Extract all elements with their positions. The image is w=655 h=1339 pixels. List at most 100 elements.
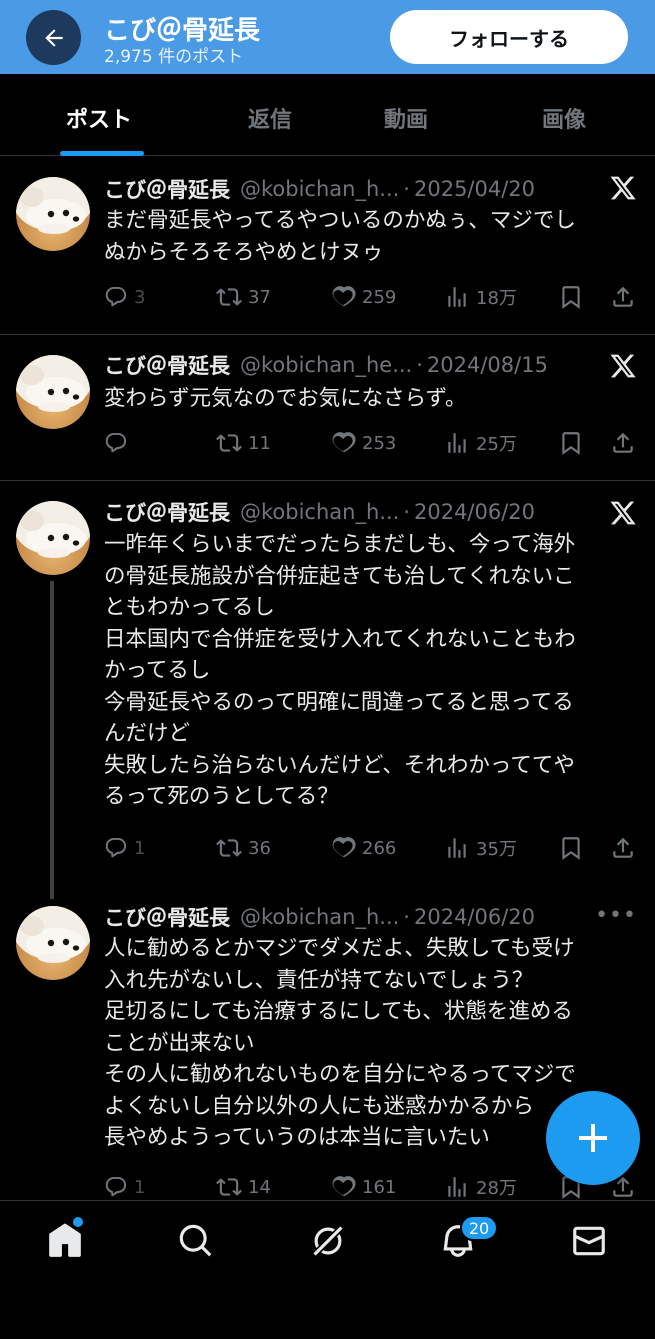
tab-posts[interactable]: ポスト bbox=[66, 102, 132, 134]
post-item[interactable]: こび＠骨延長 @kobichan_h... · 2024/06/20 一昨年くら… bbox=[0, 481, 655, 899]
views-button[interactable]: 35万 bbox=[444, 831, 517, 865]
post-date[interactable]: 2024/08/15 bbox=[427, 353, 548, 377]
repost-button[interactable]: 14 bbox=[216, 1170, 271, 1200]
views-button[interactable]: 25万 bbox=[444, 426, 517, 460]
thread-connector bbox=[50, 581, 54, 899]
heart-icon bbox=[330, 1174, 356, 1200]
share-button[interactable] bbox=[610, 831, 642, 865]
post-actions: 3 37 259 18万 bbox=[104, 280, 644, 314]
reply-count: 1 bbox=[134, 1176, 146, 1198]
post-date[interactable]: 2025/04/20 bbox=[414, 177, 535, 201]
plus-icon bbox=[579, 1124, 607, 1152]
bookmark-button[interactable] bbox=[558, 831, 590, 865]
reply-button[interactable] bbox=[104, 426, 134, 460]
author-name[interactable]: こび＠骨延長 bbox=[104, 902, 230, 932]
share-button[interactable] bbox=[610, 280, 642, 314]
bottom-navigation: 20 bbox=[0, 1200, 655, 1339]
avatar[interactable] bbox=[16, 177, 90, 251]
author-name[interactable]: こび＠骨延長 bbox=[104, 174, 230, 204]
share-icon bbox=[610, 284, 636, 310]
post-header: こび＠骨延長 @kobichan_h... · 2024/06/20 bbox=[104, 496, 584, 528]
like-count: 259 bbox=[362, 286, 397, 308]
author-name[interactable]: こび＠骨延長 bbox=[104, 497, 230, 527]
mail-icon bbox=[573, 1226, 605, 1256]
avatar[interactable] bbox=[16, 355, 90, 429]
view-count: 28万 bbox=[476, 1178, 517, 1199]
avatar[interactable] bbox=[16, 501, 90, 575]
like-count: 253 bbox=[362, 432, 397, 454]
like-button[interactable]: 161 bbox=[330, 1170, 396, 1200]
post-header: こび＠骨延長 @kobichan_h... · 2025/04/20 bbox=[104, 173, 584, 205]
follow-button[interactable]: フォローする bbox=[390, 10, 628, 64]
home-icon bbox=[49, 1223, 81, 1257]
post-item[interactable]: こび＠骨延長 @kobichan_he... · 2024/08/15 変わらず… bbox=[0, 335, 655, 481]
x-logo-icon bbox=[609, 499, 637, 527]
reply-icon bbox=[104, 836, 128, 860]
post-text: まだ骨延長やってるやついるのかぬぅ、マジでし ぬからそろそろやめとけヌゥ bbox=[104, 208, 576, 265]
author-handle[interactable]: @kobichan_h... bbox=[240, 905, 399, 929]
compose-post-button[interactable] bbox=[546, 1091, 640, 1185]
post-header: こび＠骨延長 @kobichan_h... · 2024/06/20 bbox=[104, 901, 584, 933]
more-options-icon[interactable]: ••• bbox=[595, 903, 637, 928]
repost-icon bbox=[216, 284, 242, 310]
post-text: 一昨年くらいまでだったらまだしも、今って海外 の骨延長施設が合併症起きても治して… bbox=[104, 532, 576, 809]
post-count: 2,975 件のポスト bbox=[104, 47, 244, 67]
reply-button[interactable]: 1 bbox=[104, 1170, 145, 1200]
author-name[interactable]: こび＠骨延長 bbox=[104, 350, 230, 380]
grok-icon bbox=[311, 1224, 345, 1258]
repost-count: 36 bbox=[248, 837, 271, 859]
post-text: 変わらず元気なのでお気になさらず。 bbox=[104, 386, 467, 411]
views-button[interactable]: 18万 bbox=[444, 280, 517, 314]
author-handle[interactable]: @kobichan_he... bbox=[240, 353, 412, 377]
like-button[interactable]: 266 bbox=[330, 831, 396, 865]
nav-home[interactable] bbox=[45, 1221, 85, 1261]
author-handle[interactable]: @kobichan_h... bbox=[240, 177, 399, 201]
bookmark-button[interactable] bbox=[558, 280, 590, 314]
reply-icon bbox=[104, 1175, 128, 1199]
repost-button[interactable]: 37 bbox=[216, 280, 271, 314]
reply-button[interactable]: 1 bbox=[104, 831, 145, 865]
post-date[interactable]: 2024/06/20 bbox=[414, 905, 535, 929]
separator-dot: · bbox=[403, 905, 410, 929]
like-button[interactable]: 253 bbox=[330, 426, 396, 460]
repost-icon bbox=[216, 835, 242, 861]
share-button[interactable] bbox=[610, 426, 642, 460]
post-date[interactable]: 2024/06/20 bbox=[414, 500, 535, 524]
reply-count: 1 bbox=[134, 837, 146, 859]
tab-videos[interactable]: 動画 bbox=[384, 102, 428, 134]
reply-button[interactable]: 3 bbox=[104, 280, 145, 314]
views-button[interactable]: 28万 bbox=[444, 1170, 517, 1200]
repost-button[interactable]: 36 bbox=[216, 831, 271, 865]
separator-dot: · bbox=[416, 353, 423, 377]
views-icon bbox=[444, 1174, 470, 1200]
heart-icon bbox=[330, 284, 356, 310]
post-item[interactable]: こび＠骨延長 @kobichan_h... · 2025/04/20 まだ骨延長… bbox=[0, 157, 655, 335]
nav-messages[interactable] bbox=[569, 1221, 609, 1261]
nav-grok[interactable] bbox=[308, 1221, 348, 1261]
author-handle[interactable]: @kobichan_h... bbox=[240, 500, 399, 524]
reply-icon bbox=[104, 285, 128, 309]
separator-dot: · bbox=[403, 177, 410, 201]
like-button[interactable]: 259 bbox=[330, 280, 396, 314]
separator-dot: · bbox=[403, 500, 410, 524]
bookmark-button[interactable] bbox=[558, 426, 590, 460]
nav-search[interactable] bbox=[176, 1221, 216, 1261]
repost-count: 37 bbox=[248, 286, 271, 308]
views-icon bbox=[444, 284, 470, 310]
view-count: 18万 bbox=[476, 288, 517, 309]
active-tab-indicator bbox=[60, 151, 144, 156]
avatar[interactable] bbox=[16, 906, 90, 980]
heart-icon bbox=[330, 835, 356, 861]
repost-button[interactable]: 11 bbox=[216, 426, 271, 460]
view-count: 35万 bbox=[476, 839, 517, 860]
search-icon bbox=[179, 1224, 212, 1257]
post-header: こび＠骨延長 @kobichan_he... · 2024/08/15 bbox=[104, 349, 584, 381]
bookmark-icon bbox=[558, 835, 584, 861]
notification-count-badge: 20 bbox=[460, 1215, 498, 1241]
back-button[interactable] bbox=[26, 10, 81, 65]
views-icon bbox=[444, 430, 470, 456]
post-actions: 1 36 266 35万 bbox=[104, 831, 644, 865]
tab-replies[interactable]: 返信 bbox=[248, 102, 292, 134]
share-icon bbox=[610, 430, 636, 456]
tab-images[interactable]: 画像 bbox=[542, 102, 586, 134]
